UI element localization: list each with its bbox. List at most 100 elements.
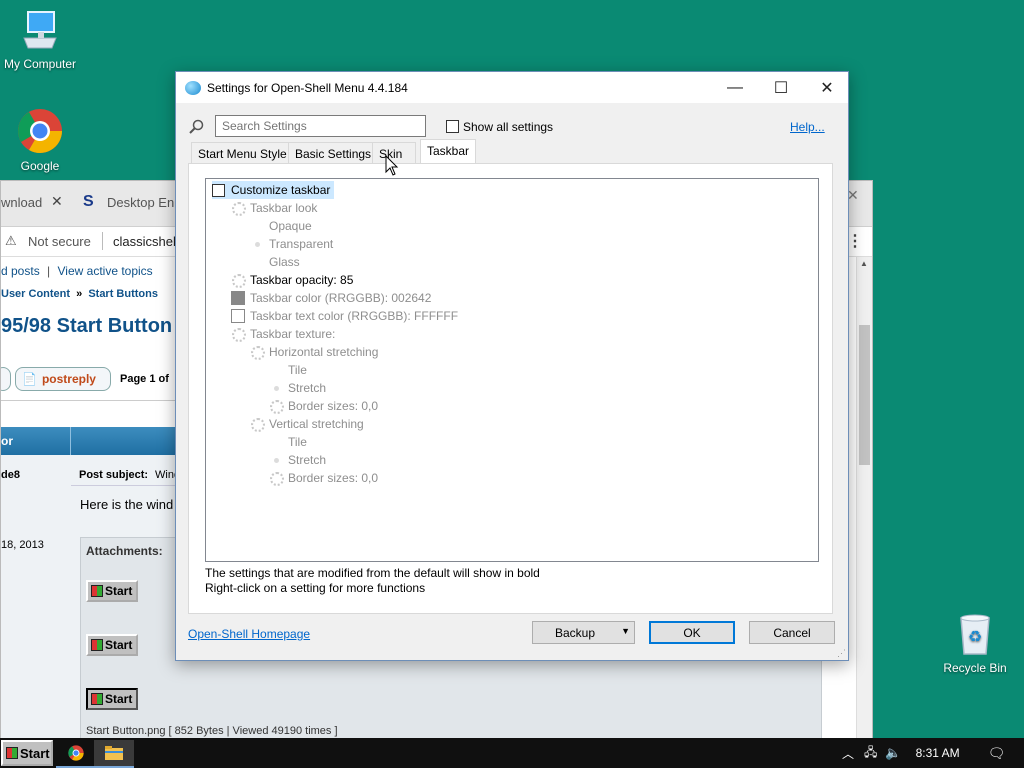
- search-row: Show all settings Help...: [176, 103, 848, 143]
- taskbar-chrome[interactable]: [56, 740, 96, 768]
- start-button[interactable]: Start: [1, 740, 53, 766]
- divider: [1, 391, 176, 401]
- tree-item[interactable]: Border sizes: 0,0: [269, 397, 378, 415]
- post-date: 18, 2013: [1, 539, 44, 551]
- backup-button-label: Backup: [555, 625, 596, 640]
- mouse-cursor-icon: [385, 155, 399, 176]
- active-topics-link[interactable]: View active topics: [58, 264, 153, 278]
- settings-tree[interactable]: Customize taskbar Taskbar look Opaque Trans…: [205, 178, 819, 562]
- setting-gear-icon: [269, 399, 284, 414]
- tree-item[interactable]: Border sizes: 0,0: [269, 469, 378, 487]
- cancel-button[interactable]: Cancel: [749, 621, 835, 644]
- attachment-file-info: Start Button.png [ 852 Bytes | Viewed 49…: [86, 725, 338, 737]
- tree-item[interactable]: Taskbar opacity: 85: [231, 271, 353, 289]
- show-hidden-icons-icon[interactable]: ︿: [842, 745, 854, 762]
- tree-item[interactable]: Taskbar color (RRGGBB): 002642: [231, 289, 431, 307]
- ok-button[interactable]: OK: [649, 621, 735, 644]
- show-all-settings-label[interactable]: Show all settings: [463, 120, 553, 134]
- scroll-up-icon[interactable]: ▲: [860, 259, 868, 268]
- resize-grip-icon[interactable]: ⋰: [837, 648, 846, 659]
- color-swatch-icon: [231, 291, 245, 305]
- tree-item[interactable]: Opaque: [250, 217, 312, 235]
- backup-button[interactable]: Backup ▼: [532, 621, 635, 644]
- tree-item-label: Taskbar texture:: [250, 327, 336, 341]
- post-reply-button[interactable]: 📄 postreply: [15, 367, 111, 391]
- volume-icon[interactable]: 🔈: [885, 745, 901, 761]
- attachment-image[interactable]: Start: [86, 634, 138, 656]
- search-icon: [189, 119, 204, 134]
- tree-item[interactable]: Tile: [269, 433, 307, 451]
- desktop-icon-label: My Computer: [3, 57, 77, 71]
- taskbar-settings-panel: Customize taskbar Taskbar look Opaque Trans…: [188, 163, 833, 614]
- desktop-icon-recycle-bin[interactable]: ♻ Recycle Bin: [935, 612, 1015, 675]
- ok-button-label: OK: [683, 625, 701, 640]
- desktop-icon-google-chrome[interactable]: Google: [0, 108, 80, 173]
- tree-item[interactable]: Taskbar text color (RRGGBB): FFFFFF: [231, 307, 458, 325]
- tab-start-menu-style[interactable]: Start Menu Style: [191, 142, 294, 164]
- tree-item[interactable]: Tile: [269, 361, 307, 379]
- tab-taskbar[interactable]: Taskbar: [420, 139, 477, 164]
- windows-flag-icon: [91, 693, 103, 705]
- desktop-icon-my-computer[interactable]: My Computer: [0, 10, 80, 71]
- your-posts-link[interactable]: d posts: [1, 264, 40, 278]
- attachment-image[interactable]: Start: [86, 580, 138, 602]
- more-menu-icon[interactable]: ⋮: [847, 231, 863, 251]
- setting-gear-icon: [250, 417, 265, 432]
- tree-item-label: Transparent: [269, 237, 334, 251]
- breadcrumb-user-content[interactable]: User Content: [1, 288, 70, 300]
- close-tab-icon[interactable]: ✕: [51, 193, 63, 210]
- homepage-link[interactable]: Open-Shell Homepage: [188, 627, 310, 641]
- notification-icon[interactable]: 🗨: [988, 745, 1006, 762]
- tree-item-label: Tile: [288, 363, 307, 377]
- browser-tab[interactable]: wnload: [1, 195, 42, 210]
- maximize-button[interactable]: ☐: [758, 72, 804, 103]
- system-tray: ︿ 🖧 🔈 8:31 AM 🗨: [842, 738, 1005, 768]
- svg-text:♻: ♻: [968, 627, 982, 646]
- close-button[interactable]: ✕: [804, 72, 850, 103]
- attachment-image[interactable]: Start: [86, 688, 138, 710]
- network-icon[interactable]: 🖧: [864, 743, 877, 764]
- clock[interactable]: 8:31 AM: [916, 746, 960, 760]
- tree-item[interactable]: Vertical stretching: [250, 415, 364, 433]
- help-link[interactable]: Help...: [790, 120, 825, 134]
- setting-gear-icon: [231, 327, 246, 342]
- post-reply-icon: 📄: [22, 372, 37, 386]
- search-input[interactable]: [215, 115, 426, 137]
- blank-icon: [250, 255, 264, 269]
- dialog-titlebar[interactable]: Settings for Open-Shell Menu 4.4.184 — ☐…: [176, 72, 848, 103]
- post-body-text: Here is the wind: [80, 497, 174, 512]
- tree-item-label: Horizontal stretching: [269, 345, 379, 359]
- minimize-button[interactable]: —: [712, 72, 758, 103]
- attachment-start-label: Start: [105, 638, 133, 652]
- breadcrumb-start-buttons[interactable]: Start Buttons: [88, 288, 158, 300]
- tree-item-label: Vertical stretching: [269, 417, 364, 431]
- windows-flag-icon: [91, 585, 103, 597]
- tree-item-label: Border sizes: 0,0: [288, 399, 379, 413]
- tree-item-label: Stretch: [288, 453, 327, 467]
- page-info: Page 1 of: [120, 373, 169, 385]
- customize-taskbar-checkbox[interactable]: [212, 183, 225, 197]
- folder-icon: [105, 746, 123, 760]
- windows-flag-icon: [6, 747, 18, 759]
- tree-item[interactable]: Stretch: [269, 451, 326, 469]
- tree-item[interactable]: Customize taskbar: [212, 181, 335, 199]
- show-all-settings-checkbox[interactable]: [446, 120, 459, 133]
- scrollbar-thumb[interactable]: [859, 325, 870, 465]
- tab-basic-settings[interactable]: Basic Settings: [288, 142, 379, 164]
- prev-button-edge[interactable]: [1, 367, 11, 391]
- tree-item[interactable]: Horizontal stretching: [250, 343, 378, 361]
- tree-item[interactable]: Glass: [250, 253, 300, 271]
- setting-gear-icon: [250, 345, 265, 360]
- tree-item-label: Border sizes: 0,0: [288, 471, 379, 485]
- setting-gear-icon: [231, 273, 246, 288]
- cancel-button-label: Cancel: [773, 625, 811, 640]
- tree-item[interactable]: Taskbar look: [231, 199, 317, 217]
- browser-scrollbar[interactable]: ▲: [856, 257, 872, 739]
- tree-item-label: Stretch: [288, 381, 327, 395]
- taskbar-file-explorer[interactable]: [94, 740, 134, 768]
- tree-item[interactable]: Taskbar texture:: [231, 325, 335, 343]
- url-text[interactable]: classicshel: [113, 234, 176, 249]
- taskbar: Start ︿ 🖧 🔈 8:31 AM 🗨: [0, 738, 1024, 768]
- tree-item[interactable]: Transparent: [250, 235, 333, 253]
- tree-item[interactable]: Stretch: [269, 379, 326, 397]
